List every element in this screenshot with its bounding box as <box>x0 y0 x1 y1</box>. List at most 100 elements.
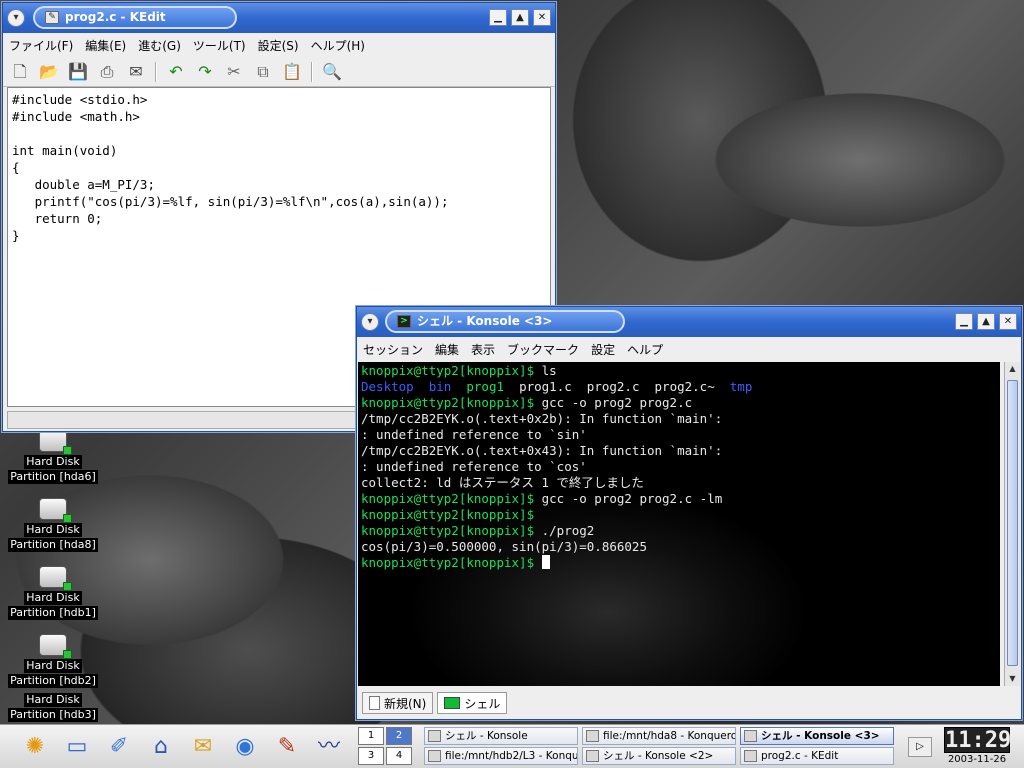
task-app-icon <box>586 730 599 742</box>
kde-k-menu-icon: ✺ <box>25 734 45 759</box>
taskbar-task-button[interactable]: file:/mnt/hda8 - Konqueror <box>582 727 736 745</box>
save-disk-button[interactable]: 💾 <box>65 59 91 85</box>
hard-disk-icon <box>39 634 72 659</box>
menu-item[interactable]: セッション <box>363 341 423 358</box>
home-launcher[interactable]: ⌂ <box>144 729 178 765</box>
open-folder-button[interactable]: 📂 <box>36 59 62 85</box>
scroll-up-arrow-icon[interactable]: ▲ <box>1005 362 1020 376</box>
menu-item[interactable]: ツール(T) <box>193 37 246 54</box>
desktop-icon-hard-disk[interactable]: Hard Disk Partition [hda6] <box>8 430 98 484</box>
task-app-icon <box>744 730 757 742</box>
terminal-line: knoppix@ttyp2[knoppix]$ ls <box>361 363 997 379</box>
pager-desktop-2[interactable]: 2 <box>386 727 412 745</box>
maximize-button[interactable]: ▲ <box>977 313 995 330</box>
undo-arrow-button[interactable]: ↶ <box>163 59 189 85</box>
task-label: prog2.c - KEdit <box>761 750 839 762</box>
kedit-title-text: prog2.c - KEdit <box>65 10 166 24</box>
new-session-button[interactable]: 新規(N) <box>362 692 434 714</box>
copy-button[interactable]: ⧉ <box>250 59 276 85</box>
terminal-tab-icon <box>444 697 461 709</box>
taskbar-task-button[interactable]: シェル - Konsole <3> <box>740 727 894 745</box>
terminal-text: /tmp/cc2B2EYK.o(.text+0x43): In function… <box>361 443 723 458</box>
minimize-button[interactable]: ▁ <box>955 313 973 330</box>
maximize-button[interactable]: ▲ <box>511 9 529 26</box>
task-label: シェル - Konsole <3> <box>761 730 880 742</box>
taskbar-task-button[interactable]: file:/mnt/hdb2/L3 - Konquero <box>424 747 578 765</box>
taskbar-task-button[interactable]: シェル - Konsole <2> <box>582 747 736 765</box>
terminal-line: : undefined reference to `cos' <box>361 459 997 475</box>
redo-arrow-icon: ↷ <box>198 61 212 81</box>
mail-client-launcher[interactable]: ✉ <box>186 729 220 765</box>
menu-item[interactable]: ヘルプ <box>627 341 663 358</box>
gimp-launcher[interactable]: ✎ <box>270 729 304 765</box>
task-label: シェル - Konsole <box>445 730 528 742</box>
desktop-icon-hard-disk[interactable]: Hard Disk Partition [hda8] <box>8 498 98 552</box>
icon-label-line1: Hard Disk <box>24 591 82 605</box>
scroll-down-arrow-icon[interactable]: ▼ <box>1005 672 1020 686</box>
pager-desktop-1[interactable]: 1 <box>358 727 384 745</box>
desktop-icon-hard-disk[interactable]: Hard Disk Partition [hdb2] <box>8 634 98 688</box>
menu-item[interactable]: 表示 <box>471 341 495 358</box>
terminal-output[interactable]: knoppix@ttyp2[knoppix]$ ls Desktop bin pr… <box>358 362 1000 686</box>
window-menu-button[interactable]: ▾ <box>7 9 25 27</box>
new-file-button[interactable]: 🗋 <box>7 59 33 85</box>
print-button[interactable]: ⎙ <box>94 59 120 85</box>
openoffice-launcher[interactable]: 〰 <box>312 729 346 765</box>
menu-item[interactable]: ブックマーク <box>507 341 579 358</box>
find-magnifier-button[interactable]: 🔍 <box>319 59 345 85</box>
window-list-launcher[interactable]: ▭ <box>60 729 94 765</box>
kedit-title: ✎ prog2.c - KEdit <box>33 6 237 29</box>
konsole-titlebar[interactable]: ▾ > シェル - Konsole <3> ▁ ▲ ✕ <box>357 307 1021 337</box>
clock[interactable]: 11:29 2003-11-26 <box>944 727 1011 767</box>
terminal-text: tmp <box>729 379 753 394</box>
taskbar-task-button[interactable]: シェル - Konsole <box>424 727 578 745</box>
kedit-titlebar[interactable]: ▾ ✎ prog2.c - KEdit ▁ ▲ ✕ <box>3 3 555 33</box>
kicker-panel: ✺ ▭ ✐ ⌂ ✉ ◉ ✎ 〰 1 2 3 4 シェル - Konsole file:/mnt/… <box>0 724 1024 768</box>
mail-client-icon: ✉ <box>193 734 213 759</box>
task-app-icon <box>428 730 441 742</box>
konqueror-browser-launcher[interactable]: ◉ <box>228 729 262 765</box>
gimp-icon: ✎ <box>277 734 297 759</box>
menu-item[interactable]: 設定 <box>591 341 615 358</box>
taskbar-task-button[interactable]: prog2.c - KEdit <box>740 747 894 765</box>
desktop-icon-hard-disk[interactable]: Hard Disk Partition [hdb3] <box>8 692 98 722</box>
terminal-text: cos(pi/3)=0.500000, sin(pi/3)=0.866025 <box>361 539 647 554</box>
terminal-text: ls <box>541 363 557 378</box>
menu-item[interactable]: 進む(G) <box>138 37 181 54</box>
toolbar-separator <box>155 61 157 82</box>
kedit-menubar: ファイル(F) 編集(E) 進む(G) ツール(T) 設定(S) ヘルプ(H) <box>3 33 555 57</box>
tab-shell-label: シェル <box>464 696 501 711</box>
paste-button[interactable]: 📋 <box>279 59 305 85</box>
kcontrol-launcher[interactable]: ✐ <box>102 729 136 765</box>
pager-desktop-4[interactable]: 4 <box>386 747 412 765</box>
menu-item[interactable]: ヘルプ(H) <box>311 37 365 54</box>
icon-label-line1: Hard Disk <box>24 455 82 469</box>
menu-item[interactable]: ファイル(F) <box>9 37 73 54</box>
icon-label-line2: Partition [hdb3] <box>8 708 98 722</box>
pager-desktop-3[interactable]: 3 <box>358 747 384 765</box>
task-app-icon <box>744 750 757 762</box>
tab-shell[interactable]: シェル <box>437 692 508 714</box>
minimize-button[interactable]: ▁ <box>489 9 507 26</box>
terminal-scrollbar[interactable]: ▲ ▼ <box>1004 362 1020 686</box>
kde-k-menu-launcher[interactable]: ✺ <box>18 729 52 765</box>
close-button[interactable]: ✕ <box>533 9 551 26</box>
mail-button[interactable]: ✉ <box>123 59 149 85</box>
terminal-text: gcc -o prog2 prog2.c -lm <box>541 491 723 506</box>
window-menu-button[interactable]: ▾ <box>361 313 379 331</box>
terminal-line: knoppix@ttyp2[knoppix]$ <box>361 507 997 523</box>
menu-item[interactable]: 編集(E) <box>85 37 126 54</box>
cut-scissors-button[interactable]: ✂ <box>221 59 247 85</box>
terminal-line: collect2: ld はステータス 1 で終了しました <box>361 475 997 491</box>
terminal-text: collect2: ld はステータス 1 で終了しました <box>361 475 644 490</box>
menu-item[interactable]: 編集 <box>435 341 459 358</box>
terminal-line: /tmp/cc2B2EYK.o(.text+0x2b): In function… <box>361 411 997 427</box>
redo-arrow-button[interactable]: ↷ <box>192 59 218 85</box>
menu-item[interactable]: 設定(S) <box>258 37 299 54</box>
desktop-icon-hard-disk[interactable]: Hard Disk Partition [hdb1] <box>8 566 98 620</box>
desktop-pager[interactable]: 1 2 3 4 <box>358 727 414 767</box>
close-button[interactable]: ✕ <box>999 313 1017 330</box>
scrollbar-thumb[interactable] <box>1007 380 1018 666</box>
systray-arrow-icon[interactable]: ▷ <box>908 737 932 757</box>
terminal-text: knoppix@ttyp2[knoppix]$ <box>361 491 542 506</box>
